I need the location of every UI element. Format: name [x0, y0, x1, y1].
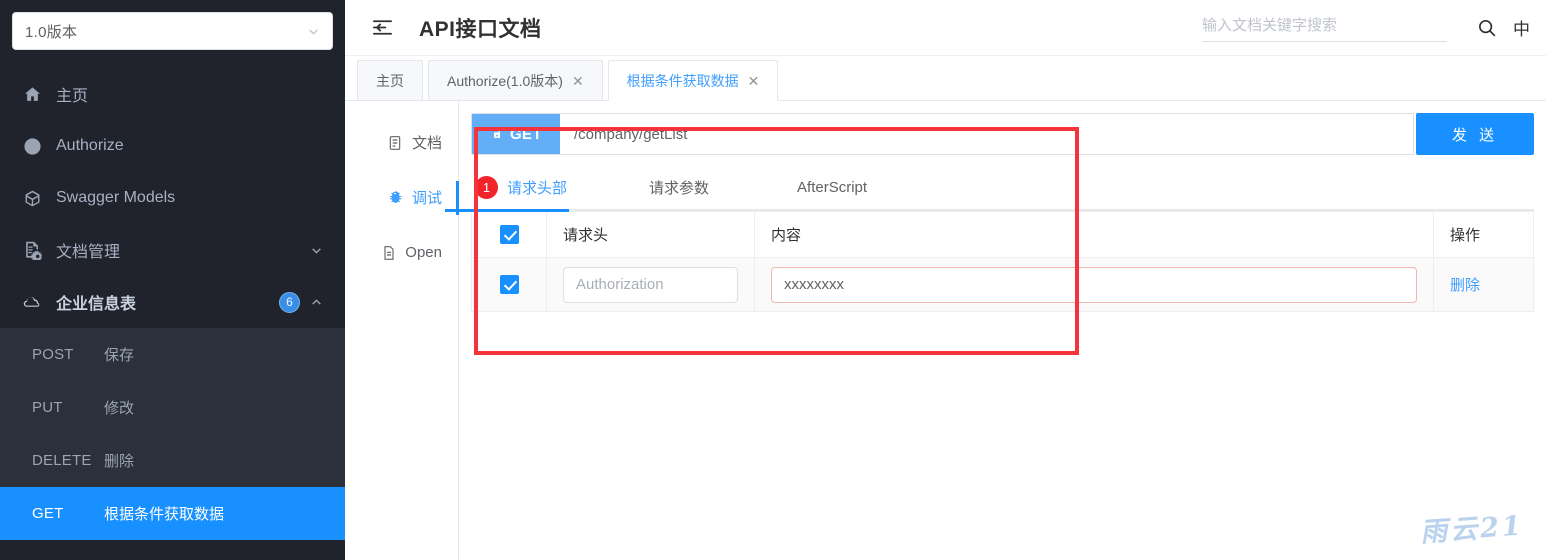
cloud-icon: [22, 292, 42, 312]
close-icon[interactable]: ✕: [572, 74, 584, 88]
headers-table: 请求头 内容 操作 Authorization xxxxxxxx 删除: [471, 211, 1534, 312]
tab-home[interactable]: 主页: [357, 60, 423, 100]
sidebar-item-label: 文档管理: [56, 244, 121, 261]
subtab-request-headers[interactable]: 1 请求头部: [444, 164, 571, 212]
row-key-cell: [546, 258, 754, 311]
debug-pane: GET 发 送 1 请求头部 请求参数: [444, 101, 1546, 560]
row-value-cell: [754, 258, 1433, 311]
endpoint-item-put-update[interactable]: PUT 修改: [0, 381, 345, 434]
header-key-input[interactable]: [563, 266, 738, 303]
vertical-tab-strip: 文档 调试 Open: [345, 101, 459, 560]
tab-label: 主页: [376, 72, 404, 89]
lock-icon: [22, 136, 42, 156]
tab-bar: 主页 Authorize(1.0版本) ✕ 根据条件获取数据 ✕: [345, 56, 1546, 101]
request-line: GET 发 送: [471, 113, 1534, 155]
subtab-label: 请求头部: [507, 179, 568, 197]
column-header-value: 内容: [754, 212, 1433, 257]
send-button[interactable]: 发 送: [1416, 113, 1534, 155]
subtab-request-params[interactable]: 请求参数: [645, 164, 713, 210]
endpoint-method: GET: [32, 505, 64, 522]
column-header-action: 操作: [1433, 212, 1533, 257]
bug-icon: [387, 189, 404, 206]
url-box: GET: [471, 113, 1414, 155]
endpoint-method: PUT: [32, 399, 63, 416]
search-input[interactable]: [1202, 16, 1447, 34]
sidebar-item-label: Authorize: [56, 137, 124, 154]
sidebar-item-swagger-models[interactable]: Swagger Models: [0, 172, 345, 224]
watermark: 雨云21: [1419, 510, 1526, 549]
row-checkbox[interactable]: [499, 275, 519, 294]
subtab-label: AfterScript: [797, 178, 868, 196]
column-header-key: 请求头: [546, 212, 754, 257]
endpoint-method: POST: [32, 346, 74, 363]
endpoint-list: POST 保存 PUT 修改 DELETE 删除 GET 根据条件获取数据: [0, 328, 345, 540]
vtab-doc[interactable]: 文档: [345, 115, 458, 170]
doc-icon: [387, 134, 404, 151]
sidebar-item-label: 主页: [56, 88, 89, 105]
unlock-icon: [493, 128, 501, 138]
sidebar-item-label: 企业信息表: [56, 296, 137, 313]
sidebar-nav: 主页 Authorize Swagger Models 文档管理 企业信息表 6…: [0, 68, 345, 540]
row-select-cell: [472, 258, 546, 311]
select-all-cell: [472, 212, 546, 257]
endpoint-name: 根据条件获取数据: [104, 506, 225, 523]
document-settings-icon: [22, 240, 42, 260]
hamburger-icon[interactable]: [369, 15, 395, 41]
vtab-label: Open: [405, 244, 442, 261]
row-action-cell: 删除: [1433, 258, 1533, 311]
app-root: 1.0版本 主页 Authorize Swagger Models 文档管理 企…: [0, 0, 1546, 560]
version-selector[interactable]: 1.0版本: [12, 12, 333, 50]
endpoint-method: DELETE: [32, 452, 92, 469]
search-field-wrapper: [1202, 14, 1447, 42]
tab-get-list[interactable]: 根据条件获取数据 ✕: [607, 60, 779, 101]
select-all-checkbox[interactable]: [499, 225, 519, 244]
sidebar-item-home[interactable]: 主页: [0, 68, 345, 120]
method-label: GET: [509, 125, 543, 143]
method-selector[interactable]: GET: [472, 114, 560, 154]
file-icon: [380, 244, 397, 261]
body-split: 文档 调试 Open GET /company/getList 发 送 1 请求…: [345, 101, 1546, 560]
vtab-label: 文档: [411, 135, 442, 152]
sidebar-item-badge: 6: [279, 291, 300, 313]
sidebar-item-doc-manage[interactable]: 文档管理: [0, 224, 345, 276]
main-area: API接口文档 中 主页 Authorize(1.0版本) ✕ 根据条件获取数据: [345, 0, 1546, 560]
table-header-row: 请求头 内容 操作: [472, 212, 1533, 258]
version-selector-value: 1.0版本: [25, 23, 78, 41]
search-icon[interactable]: [1471, 13, 1501, 43]
page-title: API接口文档: [419, 17, 542, 41]
tab-label: 根据条件获取数据: [626, 73, 739, 89]
sidebar-item-label: Swagger Models: [56, 189, 176, 206]
subtab-label: 请求参数: [649, 179, 710, 197]
close-icon[interactable]: ✕: [748, 74, 760, 88]
topbar: API接口文档 中: [345, 0, 1546, 56]
chevron-up-icon: [309, 295, 323, 309]
tab-label: Authorize(1.0版本): [447, 72, 563, 89]
chevron-down-icon: [307, 25, 320, 38]
header-value-input[interactable]: [771, 266, 1417, 303]
language-toggle[interactable]: 中: [1513, 15, 1532, 40]
endpoint-name: 保存: [104, 347, 135, 364]
subtab-afterscript[interactable]: AfterScript: [793, 164, 871, 210]
cube-icon: [22, 188, 42, 208]
url-input[interactable]: [560, 114, 1413, 154]
endpoint-name: 删除: [104, 453, 135, 470]
sidebar-item-company-info[interactable]: 企业信息表 6: [0, 276, 345, 328]
request-subtabs: 1 请求头部 请求参数 AfterScript: [444, 164, 1534, 212]
endpoint-item-post-save[interactable]: POST 保存: [0, 328, 345, 381]
header-count-badge: 1: [475, 175, 498, 199]
endpoint-name: 修改: [104, 400, 135, 417]
tab-authorize[interactable]: Authorize(1.0版本) ✕: [428, 60, 603, 100]
vtab-debug[interactable]: 调试: [345, 170, 459, 225]
home-icon: [22, 84, 42, 104]
vtab-open[interactable]: Open: [345, 225, 458, 280]
sidebar: 1.0版本 主页 Authorize Swagger Models 文档管理 企…: [0, 0, 345, 560]
vtab-label: 调试: [411, 190, 442, 207]
delete-row-button[interactable]: 删除: [1450, 274, 1480, 295]
table-row: 删除: [472, 258, 1533, 312]
chevron-down-icon: [309, 243, 323, 257]
endpoint-item-delete[interactable]: DELETE 删除: [0, 434, 345, 487]
sidebar-item-authorize[interactable]: Authorize: [0, 120, 345, 172]
endpoint-item-get-list[interactable]: GET 根据条件获取数据: [0, 487, 345, 540]
